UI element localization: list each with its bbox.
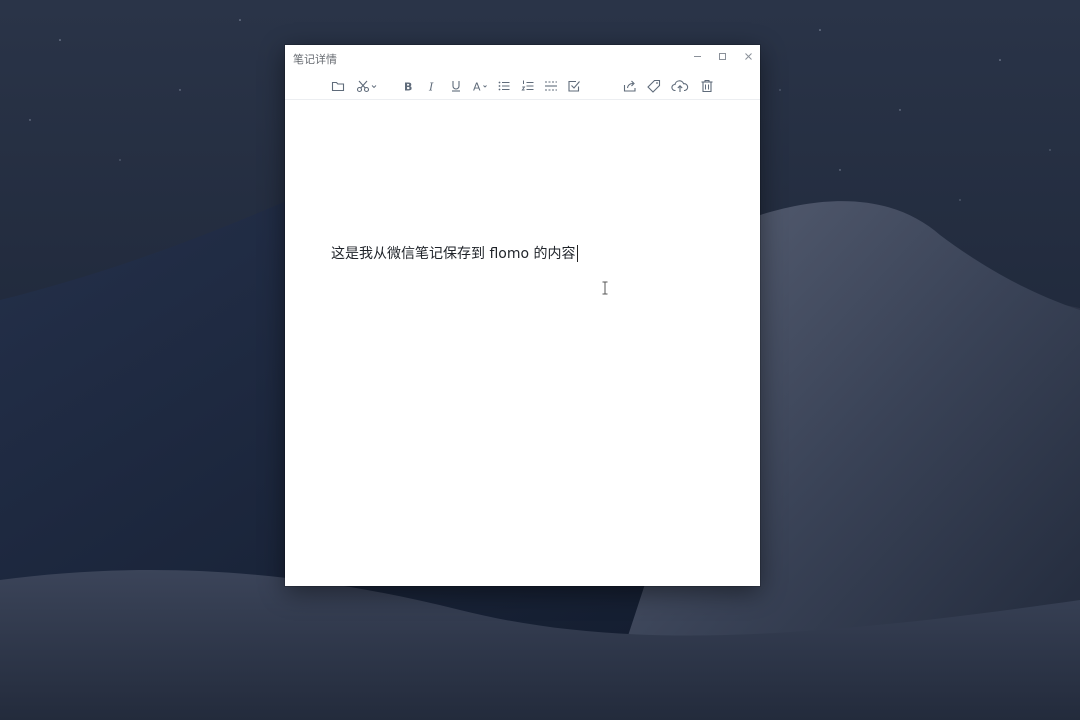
checkbox-button[interactable] [564, 76, 584, 96]
note-editor[interactable]: 这是我从微信笔记保存到 flomo 的内容 [285, 100, 760, 586]
trash-icon [701, 80, 713, 93]
minimize-icon [693, 55, 701, 57]
numbered-list-icon [521, 80, 534, 91]
delete-button[interactable] [697, 76, 717, 96]
svg-text:I: I [428, 81, 434, 94]
divider-button[interactable] [541, 76, 561, 96]
bullet-list-button[interactable] [494, 76, 514, 96]
folder-icon [331, 81, 345, 92]
maximize-icon [718, 52, 726, 60]
formatting-toolbar: B I A [285, 73, 760, 100]
open-folder-button[interactable] [328, 76, 348, 96]
font-color-button[interactable]: A [470, 76, 492, 96]
svg-text:B: B [404, 81, 412, 94]
svg-text:A: A [473, 81, 481, 94]
tag-icon [647, 79, 661, 93]
bold-icon: B [404, 81, 412, 94]
share-icon [623, 80, 636, 92]
scissors-icon [356, 80, 377, 93]
ibeam-cursor-icon [602, 281, 608, 295]
close-button[interactable] [739, 48, 757, 64]
text-caret [576, 244, 578, 262]
italic-button[interactable]: I [422, 76, 442, 96]
italic-icon: I [428, 81, 434, 94]
maximize-button[interactable] [713, 48, 731, 64]
bold-button[interactable]: B [398, 76, 418, 96]
cloud-upload-icon [671, 80, 689, 92]
bullet-list-icon [498, 81, 510, 91]
minimize-button[interactable] [688, 48, 706, 64]
underline-icon [452, 81, 460, 92]
note-text: 这是我从微信笔记保存到 flomo 的内容 [331, 246, 576, 262]
checkbox-icon [568, 80, 580, 92]
underline-button[interactable] [446, 76, 466, 96]
font-color-icon: A [473, 81, 487, 94]
cloud-upload-button[interactable] [669, 76, 691, 96]
close-icon [744, 52, 752, 60]
divider-icon [545, 81, 557, 91]
note-content[interactable]: 这是我从微信笔记保存到 flomo 的内容 [331, 243, 578, 263]
clip-button[interactable] [354, 76, 380, 96]
share-button[interactable] [620, 76, 640, 96]
note-detail-window: 笔记详情 B I A 这是我从微信笔记保存到 flomo 的内容 [285, 45, 760, 586]
numbered-list-button[interactable] [518, 76, 538, 96]
window-title: 笔记详情 [293, 53, 337, 66]
tag-button[interactable] [644, 76, 664, 96]
title-bar[interactable]: 笔记详情 [285, 45, 760, 69]
